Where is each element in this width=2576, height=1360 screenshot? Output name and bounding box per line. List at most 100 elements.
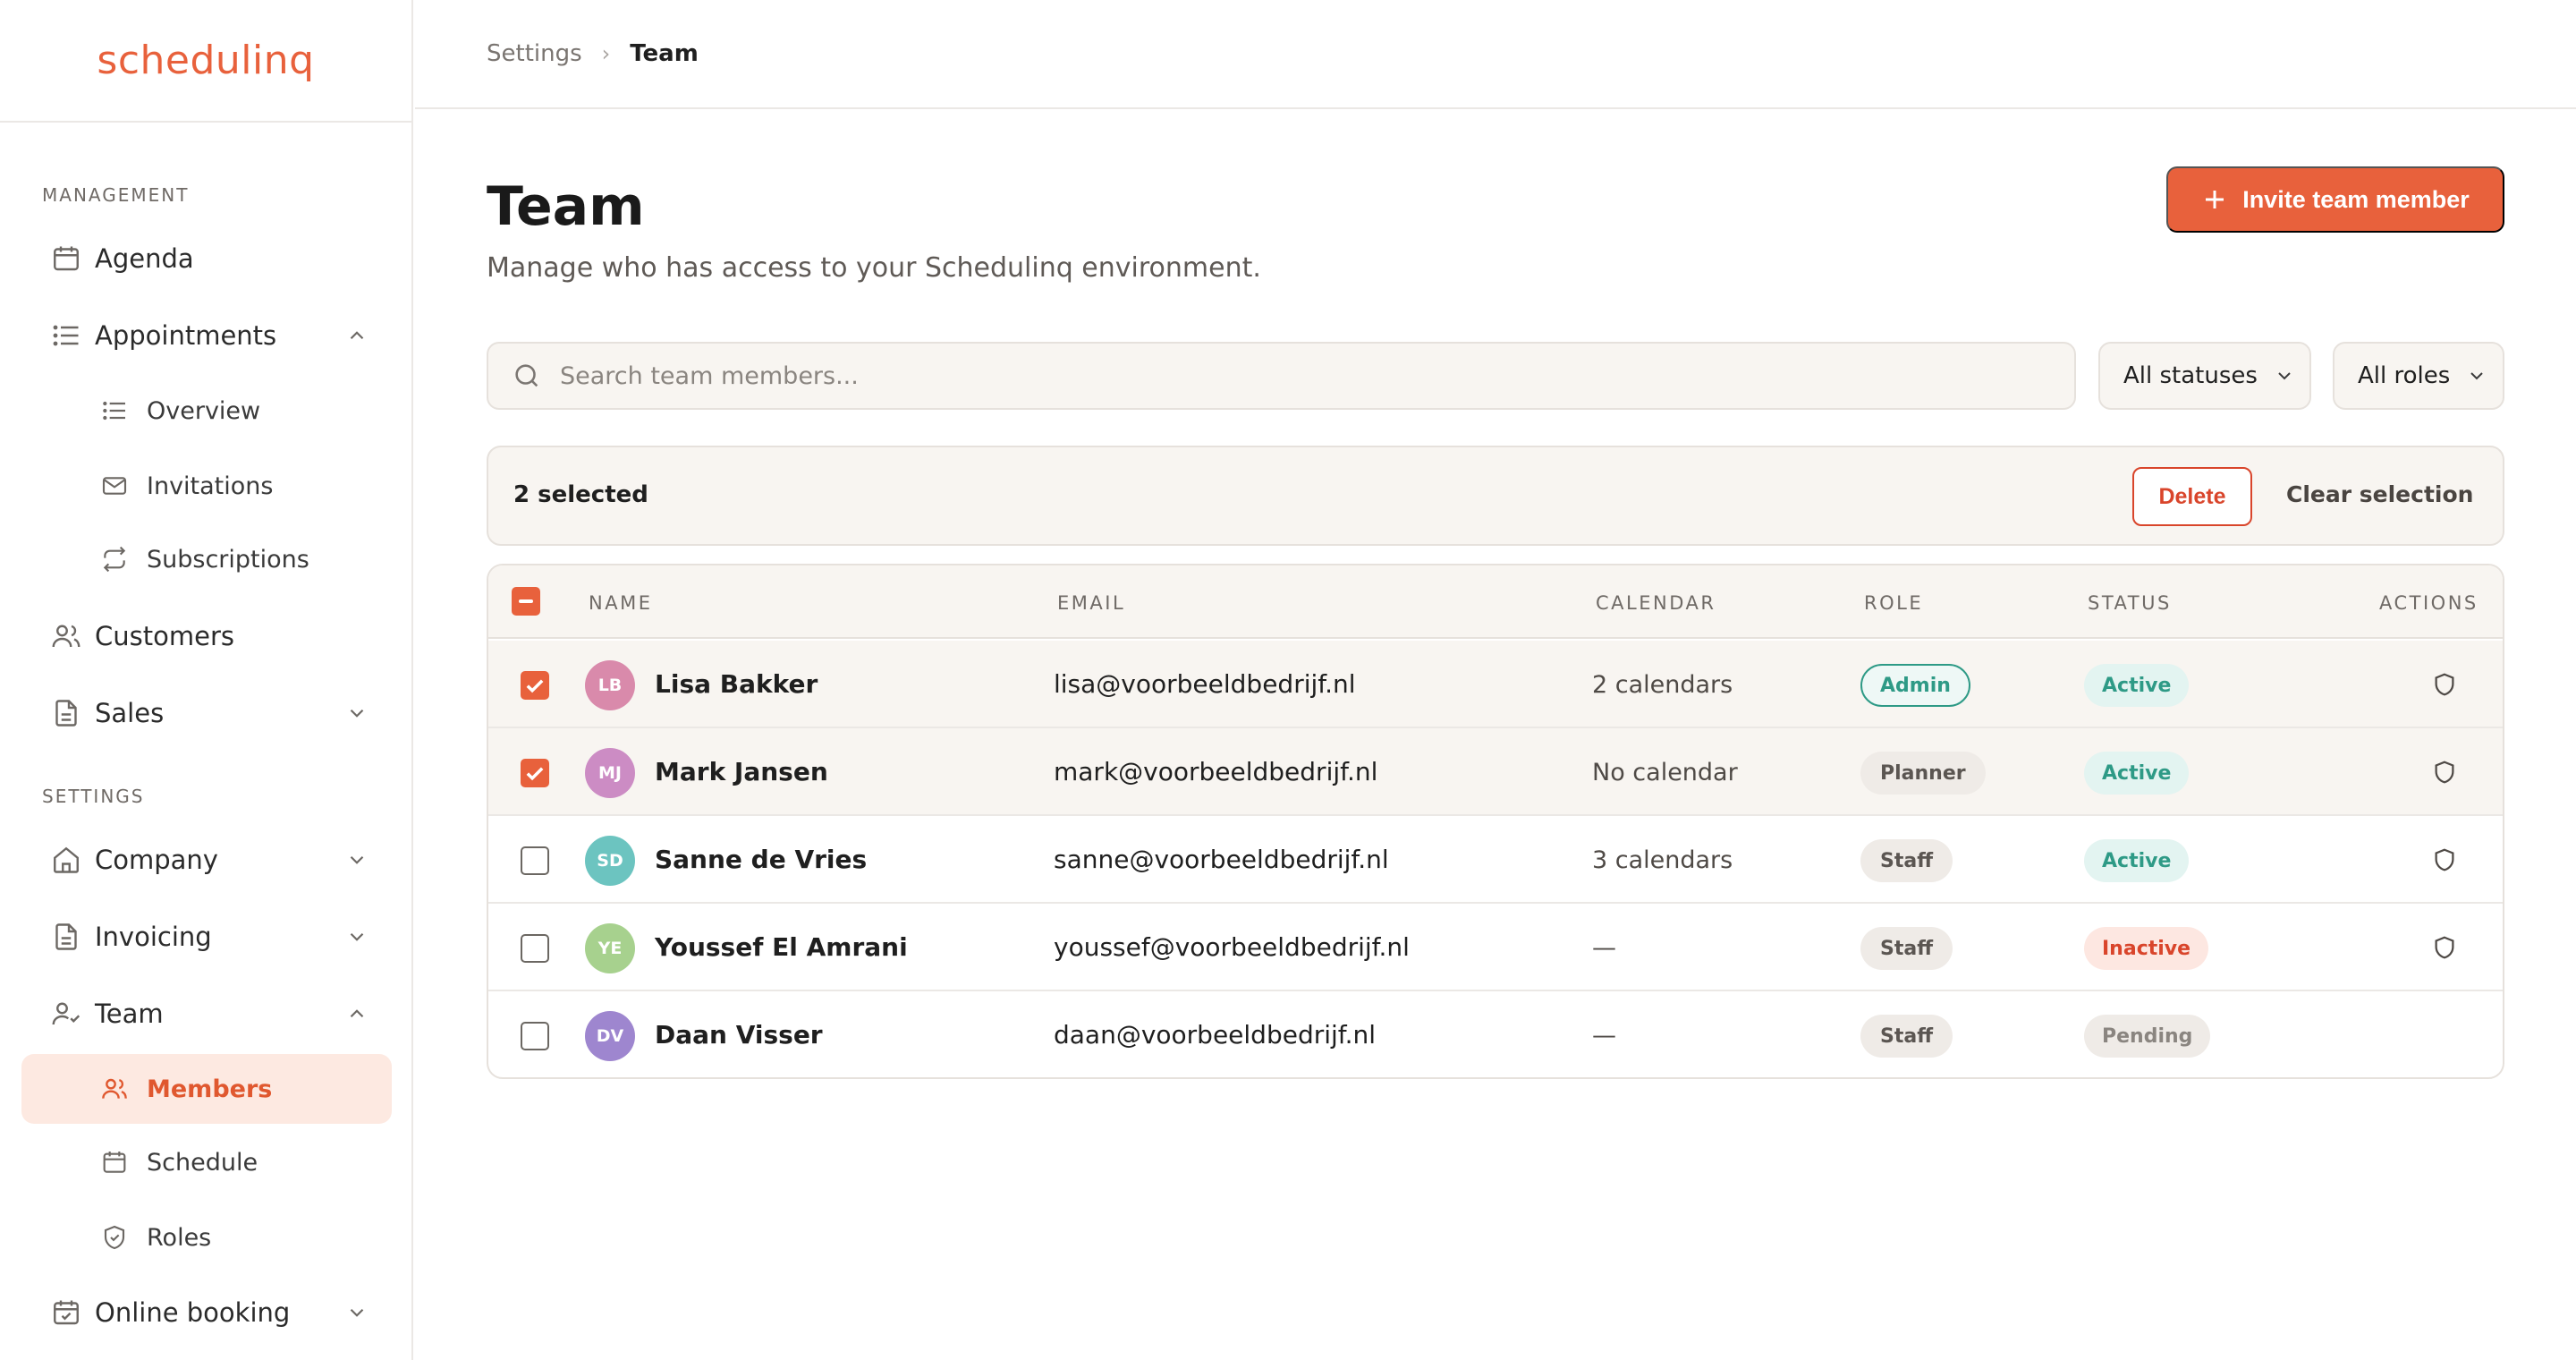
member-name[interactable]: Daan Visser: [655, 1020, 823, 1050]
chevron-down-icon: [350, 855, 364, 864]
table-row[interactable]: LB Lisa Bakker lisa@voorbeeldbedrijf.nl 2 c…: [488, 641, 2503, 728]
sidebar-item-label: Appointments: [95, 320, 277, 351]
invite-button-label: Invite team member: [2242, 185, 2470, 213]
row-checkbox[interactable]: [521, 934, 549, 963]
list-icon: [21, 319, 95, 352]
plus-icon: [2206, 191, 2224, 208]
sidebar-item-label: Subscriptions: [147, 545, 309, 574]
member-name[interactable]: Mark Jansen: [655, 757, 828, 786]
shield-check-icon: [21, 1223, 147, 1252]
sidebar: schedulinq MANAGEMENT Agenda Appointment…: [0, 0, 413, 1360]
row-checkbox[interactable]: [521, 846, 549, 875]
sidebar-item-company[interactable]: Company: [21, 825, 392, 895]
team-table: NAME EMAIL CALENDAR ROLE STATUS ACTIONS …: [487, 564, 2504, 1079]
column-email[interactable]: EMAIL: [1057, 592, 1125, 614]
chevron-down-icon: [350, 932, 364, 941]
search-input[interactable]: [560, 361, 1991, 390]
sidebar-item-label: Invitations: [147, 472, 274, 500]
shield-icon[interactable]: [2431, 759, 2458, 786]
table-row[interactable]: SD Sanne de Vries sanne@voorbeeldbedrijf.n…: [488, 816, 2503, 904]
bulk-action-bar: 2 selected Delete Clear selection: [487, 446, 2504, 546]
page-title: Team: [487, 175, 645, 238]
sidebar-item-subscriptions[interactable]: Subscriptions: [21, 524, 392, 594]
member-name[interactable]: Youssef El Amrani: [655, 932, 908, 962]
sidebar-item-overview[interactable]: Overview: [21, 376, 392, 446]
member-name[interactable]: Sanne de Vries: [655, 845, 867, 874]
role-badge: Staff: [1860, 1015, 1953, 1058]
sidebar-item-sales[interactable]: Sales: [21, 678, 392, 748]
invite-team-member-button[interactable]: Invite team member: [2166, 166, 2504, 233]
member-calendar: 3 calendars: [1592, 846, 1733, 874]
sidebar-item-schedule[interactable]: Schedule: [21, 1127, 392, 1197]
shield-icon[interactable]: [2431, 671, 2458, 698]
avatar: MJ: [585, 748, 635, 798]
sidebar-item-agenda[interactable]: Agenda: [21, 224, 392, 293]
sidebar-item-roles[interactable]: Roles: [21, 1203, 392, 1272]
column-actions: ACTIONS: [2379, 592, 2479, 614]
sidebar-item-label: Overview: [147, 396, 261, 425]
role-filter-label: All roles: [2358, 362, 2451, 389]
sidebar-item-members[interactable]: Members: [21, 1054, 392, 1124]
sidebar-item-label: Roles: [147, 1223, 212, 1252]
breadcrumb-settings[interactable]: Settings: [487, 40, 582, 67]
minus-icon: [519, 599, 533, 603]
row-checkbox[interactable]: [521, 759, 549, 787]
status-badge: Active: [2084, 839, 2190, 882]
sidebar-item-label: Sales: [95, 698, 165, 728]
sidebar-item-customers[interactable]: Customers: [21, 601, 392, 671]
member-calendar: —: [1592, 1022, 1616, 1050]
sidebar-item-label: Agenda: [95, 243, 194, 274]
check-icon: [526, 679, 544, 693]
table-row[interactable]: MJ Mark Jansen mark@voorbeeldbedrijf.nl No …: [488, 728, 2503, 816]
sidebar-item-label: Online booking: [95, 1297, 291, 1328]
status-badge: Pending: [2084, 1015, 2211, 1058]
role-filter-dropdown[interactable]: All roles: [2333, 342, 2504, 410]
avatar: SD: [585, 836, 635, 886]
list-icon: [21, 396, 147, 425]
section-management: MANAGEMENT: [42, 184, 190, 206]
member-calendar: —: [1592, 934, 1616, 962]
column-role[interactable]: ROLE: [1864, 592, 1923, 614]
users-icon: [21, 620, 95, 652]
role-badge: Staff: [1860, 839, 1953, 882]
status-filter-dropdown[interactable]: All statuses: [2098, 342, 2311, 410]
avatar: DV: [585, 1011, 635, 1061]
member-email: sanne@voorbeeldbedrijf.nl: [1054, 845, 1389, 874]
repeat-icon: [21, 545, 147, 574]
select-all-checkbox[interactable]: [512, 587, 540, 616]
page-subtitle: Manage who has access to your Schedulinq…: [487, 252, 1261, 284]
role-badge: Admin: [1860, 664, 1970, 707]
avatar: LB: [585, 660, 635, 710]
sidebar-item-label: Members: [147, 1075, 273, 1103]
chevron-down-icon: [2278, 372, 2291, 380]
shield-icon[interactable]: [2431, 846, 2458, 873]
row-checkbox[interactable]: [521, 671, 549, 700]
shield-icon[interactable]: [2431, 934, 2458, 961]
status-badge: Active: [2084, 664, 2190, 707]
table-row[interactable]: YE Youssef El Amrani youssef@voorbeeldbedr…: [488, 904, 2503, 991]
member-email: daan@voorbeeldbedrijf.nl: [1054, 1020, 1377, 1050]
column-name[interactable]: NAME: [589, 592, 652, 614]
column-status[interactable]: STATUS: [2088, 592, 2172, 614]
sidebar-item-invoicing[interactable]: Invoicing: [21, 902, 392, 972]
section-settings: SETTINGS: [42, 786, 145, 807]
avatar: YE: [585, 923, 635, 973]
column-calendar[interactable]: CALENDAR: [1596, 592, 1716, 614]
chevron-up-icon: [350, 331, 364, 340]
sidebar-item-label: Schedule: [147, 1148, 258, 1177]
sidebar-item-appointments[interactable]: Appointments: [21, 301, 392, 370]
sidebar-item-online-booking[interactable]: Online booking: [21, 1278, 392, 1347]
search-box[interactable]: [487, 342, 2076, 410]
delete-button[interactable]: Delete: [2132, 467, 2252, 526]
calendar-check-icon: [21, 1296, 95, 1329]
sidebar-item-team[interactable]: Team: [21, 979, 392, 1049]
table-row[interactable]: DV Daan Visser daan@voorbeeldbedrijf.nl — St…: [488, 991, 2503, 1077]
chevron-down-icon: [2470, 372, 2484, 380]
row-checkbox[interactable]: [521, 1022, 549, 1050]
member-name[interactable]: Lisa Bakker: [655, 669, 818, 699]
sidebar-item-invitations[interactable]: Invitations: [21, 451, 392, 521]
logo[interactable]: schedulinq: [97, 38, 314, 83]
clear-selection-button[interactable]: Clear selection: [2286, 481, 2473, 507]
member-email: youssef@voorbeeldbedrijf.nl: [1054, 932, 1410, 962]
sidebar-item-label: Invoicing: [95, 922, 212, 952]
